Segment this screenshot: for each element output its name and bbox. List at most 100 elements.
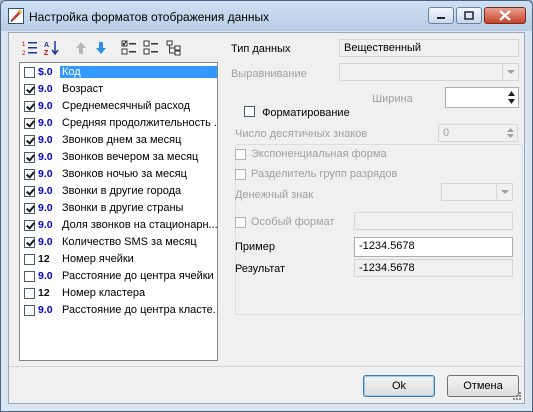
data-type-label: Тип данных xyxy=(231,43,291,55)
field-label: Звонков ночью за месяц xyxy=(62,168,187,180)
minimize-button[interactable] xyxy=(428,7,454,24)
field-checkbox[interactable] xyxy=(24,152,35,163)
thousands-checkbox[interactable] xyxy=(235,169,246,180)
field-checkbox[interactable] xyxy=(24,135,35,146)
field-label: Расстояние до центра ячейки xyxy=(62,270,214,282)
field-type-badge: 9.0 xyxy=(38,219,53,231)
numbered-list-icon[interactable]: 1 2 xyxy=(22,40,38,56)
field-checkbox[interactable] xyxy=(24,254,35,265)
resize-grip-icon[interactable] xyxy=(511,390,522,401)
check-all-icon[interactable] xyxy=(121,40,137,56)
field-checkbox[interactable] xyxy=(24,271,35,282)
list-item[interactable]: 9.0 Расстояние до центра класте... xyxy=(21,302,217,319)
field-label: Доля звонков на стационарн... xyxy=(62,219,218,231)
maximize-icon xyxy=(464,11,474,20)
exp-checkbox[interactable] xyxy=(235,149,246,160)
list-item[interactable]: 9.0 Среднемесячный расход xyxy=(21,98,216,115)
field-label: Номер кластера xyxy=(62,287,146,299)
field-checkbox[interactable] xyxy=(24,203,35,214)
field-type-badge: 9.0 xyxy=(38,270,53,282)
field-checkbox[interactable] xyxy=(24,118,35,129)
spinner-arrows-icon xyxy=(507,128,514,138)
field-checkbox[interactable] xyxy=(24,84,35,95)
window-title: Настройка форматов отображения данных xyxy=(29,10,270,24)
example-label: Пример xyxy=(235,241,275,253)
ok-button[interactable]: Ok xyxy=(363,375,435,397)
width-spinner[interactable] xyxy=(445,87,519,108)
field-label: Звонков днем за месяц xyxy=(62,134,182,146)
field-checkbox[interactable] xyxy=(24,288,35,299)
field-label: Номер ячейки xyxy=(62,253,134,265)
field-type-badge: 9.0 xyxy=(38,304,53,316)
field-type-badge: 12 xyxy=(38,287,50,299)
list-item[interactable]: $.0 Код xyxy=(21,64,217,81)
list-item[interactable]: 9.0 Звонки в другие страны xyxy=(21,200,216,217)
field-list[interactable]: $.0 Код 9.0 Возраст 9.0 Среднемесячный расход… xyxy=(19,62,218,361)
move-up-icon[interactable] xyxy=(73,40,89,56)
exp-label: Экспоненциальная форма xyxy=(251,148,387,160)
example-input[interactable]: -1234.5678 xyxy=(354,237,513,257)
field-checkbox[interactable] xyxy=(24,220,35,231)
close-icon xyxy=(499,10,511,21)
uncheck-all-icon[interactable] xyxy=(143,40,159,56)
chevron-down-icon xyxy=(496,184,512,200)
close-button[interactable] xyxy=(484,7,526,24)
maximize-button[interactable] xyxy=(456,7,482,24)
list-item[interactable]: 9.0 Звонков вечером за месяц xyxy=(21,149,216,166)
list-item[interactable]: 9.0 Расстояние до центра ячейки xyxy=(21,268,216,285)
field-type-badge: 9.0 xyxy=(38,100,53,112)
custom-format-checkbox[interactable] xyxy=(235,217,246,228)
field-checkbox[interactable] xyxy=(24,67,35,78)
field-type-badge: 12 xyxy=(38,253,50,265)
decimals-spinner[interactable]: 0 xyxy=(438,124,518,142)
field-checkbox[interactable] xyxy=(24,237,35,248)
list-item[interactable]: 9.0 Звонков днем за месяц xyxy=(21,132,216,149)
field-checkbox[interactable] xyxy=(24,305,35,316)
field-type-badge: $.0 xyxy=(38,66,53,78)
list-item[interactable]: 12 Номер кластера xyxy=(21,285,216,302)
align-select[interactable] xyxy=(339,63,519,81)
field-type-badge: 9.0 xyxy=(38,202,53,214)
svg-text:A: A xyxy=(44,42,49,49)
list-item[interactable]: 9.0 Звонки в другие города xyxy=(21,183,216,200)
list-item[interactable]: 9.0 Звонков ночью за месяц xyxy=(21,166,216,183)
width-label: Ширина xyxy=(372,93,413,105)
currency-select[interactable] xyxy=(441,183,513,201)
field-label: Среднемесячный расход xyxy=(62,100,191,112)
app-icon xyxy=(8,8,24,24)
formatting-toggle[interactable]: Форматирование xyxy=(241,105,353,119)
result-label: Результат xyxy=(235,263,286,275)
field-checkbox[interactable] xyxy=(24,101,35,112)
field-type-badge: 9.0 xyxy=(38,185,53,197)
minimize-icon xyxy=(437,17,445,19)
formatting-checkbox[interactable] xyxy=(244,106,255,117)
field-type-badge: 9.0 xyxy=(38,236,53,248)
list-item[interactable]: 9.0 Возраст xyxy=(21,81,216,98)
cancel-button[interactable]: Отмена xyxy=(447,375,519,397)
decimals-value: 0 xyxy=(443,127,450,139)
field-checkbox[interactable] xyxy=(24,169,35,180)
svg-text:1: 1 xyxy=(22,42,26,48)
field-checkbox[interactable] xyxy=(24,186,35,197)
field-label: Звонков вечером за месяц xyxy=(62,151,199,163)
sort-az-icon[interactable]: A Z xyxy=(44,40,60,56)
field-label: Возраст xyxy=(62,83,104,95)
field-label: Количество SMS за месяц xyxy=(62,236,197,248)
move-down-icon[interactable] xyxy=(93,40,109,56)
svg-text:Z: Z xyxy=(44,50,49,56)
dialog-window: Настройка форматов отображения данных 1 … xyxy=(0,0,533,412)
currency-label: Денежный знак xyxy=(235,189,314,201)
tree-icon[interactable] xyxy=(166,40,182,56)
field-type-badge: 9.0 xyxy=(38,83,53,95)
list-item[interactable]: 9.0 Доля звонков на стационарн... xyxy=(21,217,218,234)
field-label: Средняя продолжительность ... xyxy=(62,117,218,129)
list-item[interactable]: 9.0 Количество SMS за месяц xyxy=(21,234,216,251)
list-item[interactable]: 12 Номер ячейки xyxy=(21,251,216,268)
field-type-badge: 9.0 xyxy=(38,134,53,146)
custom-format-input[interactable] xyxy=(354,212,513,230)
list-item[interactable]: 9.0 Средняя продолжительность ... xyxy=(21,115,218,132)
align-label: Выравнивание xyxy=(231,68,307,80)
result-field: -1234.5678 xyxy=(354,259,513,277)
svg-text:2: 2 xyxy=(22,51,26,56)
title-bar: Настройка форматов отображения данных xyxy=(1,1,532,31)
